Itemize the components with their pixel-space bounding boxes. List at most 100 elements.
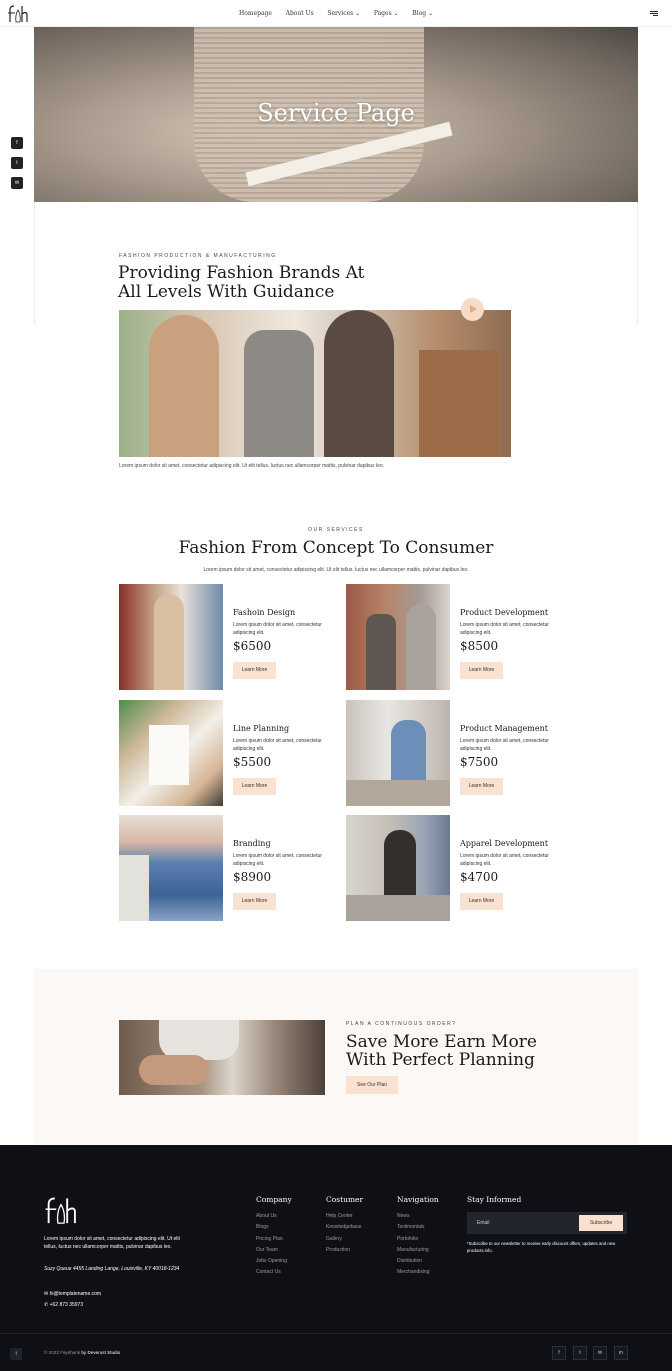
email-icon[interactable]: ✉ [11, 177, 23, 189]
newsletter-form: Email Subscribe [467, 1212, 627, 1234]
footer-link[interactable]: Contact Us [256, 1267, 292, 1278]
twitter-icon[interactable]: t [573, 1346, 587, 1360]
nav-about-us[interactable]: About Us [286, 10, 314, 17]
service-description: Lorem ipsum dolor sit amet, consectetur … [460, 853, 549, 867]
footer-col-title: Costumer [326, 1195, 364, 1204]
learn-more-button[interactable]: Learn More [460, 893, 503, 910]
twitter-icon[interactable]: t [11, 157, 23, 169]
footer-about: Lorem ipsum dolor sit amet, consectetur … [44, 1236, 180, 1250]
service-description: Lorem ipsum dolor sit amet, consectetur … [233, 622, 322, 636]
service-image [346, 815, 450, 921]
mail-icon: ✉ [44, 1291, 49, 1297]
footer-phone[interactable]: ✆ +62 873 35973 [44, 1302, 83, 1308]
service-price: $8500 [460, 639, 499, 653]
facebook-icon[interactable]: f [552, 1346, 566, 1360]
service-image [119, 584, 223, 690]
learn-more-button[interactable]: Learn More [233, 662, 276, 679]
hero-banner: Service Page [34, 27, 638, 202]
back-to-top-icon[interactable]: ↑ [10, 1348, 22, 1360]
service-price: $5500 [233, 755, 272, 769]
intro-title: Providing Fashion Brands At All Levels W… [118, 264, 418, 302]
newsletter-note: *Subscribe to our newsletter to receive … [467, 1241, 616, 1253]
email-icon[interactable]: ✉ [593, 1346, 607, 1360]
service-title: Product Management [460, 724, 548, 733]
copyright: © 2022 Fayshans by Deverust Studio [44, 1350, 120, 1355]
service-price: $7500 [460, 755, 499, 769]
plan-image [119, 1020, 325, 1095]
divider [34, 202, 35, 324]
linkedin-icon[interactable]: in [614, 1346, 628, 1360]
footer-link[interactable]: Testimonials [397, 1222, 439, 1233]
service-description: Lorem ipsum dolor sit amet, consectetur … [460, 738, 549, 752]
footer-link[interactable]: Jobs Opening [256, 1256, 292, 1267]
service-image [119, 700, 223, 806]
service-title: Fashoin Design [233, 608, 296, 617]
service-description: Lorem ipsum dolor sit amet, consectetur … [233, 738, 322, 752]
learn-more-button[interactable]: Learn More [233, 893, 276, 910]
footer-address: Suzy Queue 4455 Landing Lange, Louisvill… [44, 1266, 180, 1272]
footer-link[interactable]: Portofolio [397, 1234, 439, 1245]
service-title: Branding [233, 839, 271, 848]
footer-link[interactable]: News [397, 1211, 439, 1222]
footer-col-navigation: Navigation News Testimonials Portofolio … [397, 1195, 439, 1279]
service-price: $6500 [233, 639, 272, 653]
page-title: Service Page [257, 99, 415, 127]
hamburger-menu-icon[interactable] [650, 11, 658, 16]
footer-col-newsletter: Stay Informed [467, 1195, 521, 1211]
service-image [346, 700, 450, 806]
service-card: Product Management Lorem ipsum dolor sit… [346, 700, 574, 806]
service-title: Product Development [460, 608, 549, 617]
footer-link[interactable]: Help Center [326, 1211, 363, 1222]
intro-title-line1: Providing Fashion Brands At [118, 263, 365, 283]
footer-brand-logo[interactable] [44, 1192, 78, 1228]
play-video-icon[interactable] [461, 298, 484, 321]
learn-more-button[interactable]: Learn More [460, 662, 503, 679]
intro-title-line2: All Levels With Guidance [118, 282, 335, 302]
service-card: Line Planning Lorem ipsum dolor sit amet… [119, 700, 347, 806]
footer-link[interactable]: Production [326, 1245, 363, 1256]
service-title: Apparel Development [460, 839, 549, 848]
service-description: Lorem ipsum dolor sit amet, consectetur … [460, 622, 549, 636]
service-price: $8900 [233, 870, 272, 884]
service-card: Branding Lorem ipsum dolor sit amet, con… [119, 815, 347, 921]
footer-link[interactable]: Manufacturing [397, 1245, 439, 1256]
newsletter-email-input[interactable]: Email [477, 1220, 490, 1226]
intro-eyebrow: Fashion Production & Manufacturing [119, 253, 277, 259]
learn-more-button[interactable]: Learn More [233, 778, 276, 795]
copyright-studio[interactable]: by Deverust Studio [81, 1350, 120, 1355]
newsletter-title: Stay Informed [467, 1195, 522, 1204]
service-card: Apparel Development Lorem ipsum dolor si… [346, 815, 574, 921]
plan-title-line2: With Perfect Planning [346, 1050, 535, 1070]
main-nav: Homepage About Us Services ⌄ Pages ⌄ Blo… [0, 10, 672, 17]
footer-link[interactable]: Blogs [256, 1222, 292, 1233]
service-price: $4700 [460, 870, 499, 884]
nav-services[interactable]: Services ⌄ [327, 10, 360, 17]
see-our-plan-button[interactable]: See Our Plan [346, 1076, 398, 1094]
footer-link[interactable]: Knowledgebase [326, 1222, 363, 1233]
plan-eyebrow: Plan a continuous order? [346, 1021, 457, 1027]
footer-link[interactable]: About Us [256, 1211, 292, 1222]
service-image [119, 815, 223, 921]
footer-email[interactable]: ✉ hi@templatename.com [44, 1291, 101, 1297]
nav-blog[interactable]: Blog ⌄ [412, 10, 433, 17]
footer-link[interactable]: Our Team [256, 1245, 292, 1256]
intro-image [119, 310, 511, 457]
footer-col-costumer: Costumer Help Center Knowledgebase Galle… [326, 1195, 363, 1256]
subscribe-button[interactable]: Subscribe [579, 1215, 623, 1231]
nav-homepage[interactable]: Homepage [239, 10, 272, 17]
footer-link[interactable]: Merchandising [397, 1267, 439, 1278]
footer-col-company: Company About Us Blogs Pricing Plan Our … [256, 1195, 292, 1279]
plan-title-line1: Save More Earn More [346, 1032, 537, 1052]
facebook-icon[interactable]: f [11, 137, 23, 149]
service-image [346, 584, 450, 690]
learn-more-button[interactable]: Learn More [460, 778, 503, 795]
services-subtitle: Lorem ipsum dolor sit amet, consectetur … [203, 567, 469, 573]
intro-caption: Lorem ipsum dolor sit amet, consectetur … [119, 463, 385, 469]
footer-link[interactable]: Gallery [326, 1234, 363, 1245]
nav-pages[interactable]: Pages ⌄ [374, 10, 399, 17]
site-header: Homepage About Us Services ⌄ Pages ⌄ Blo… [0, 0, 672, 27]
footer-link[interactable]: Distribution [397, 1256, 439, 1267]
footer-col-title: Navigation [397, 1195, 439, 1204]
plan-title: Save More Earn More With Perfect Plannin… [346, 1033, 586, 1069]
footer-link[interactable]: Pricing Plan [256, 1234, 292, 1245]
